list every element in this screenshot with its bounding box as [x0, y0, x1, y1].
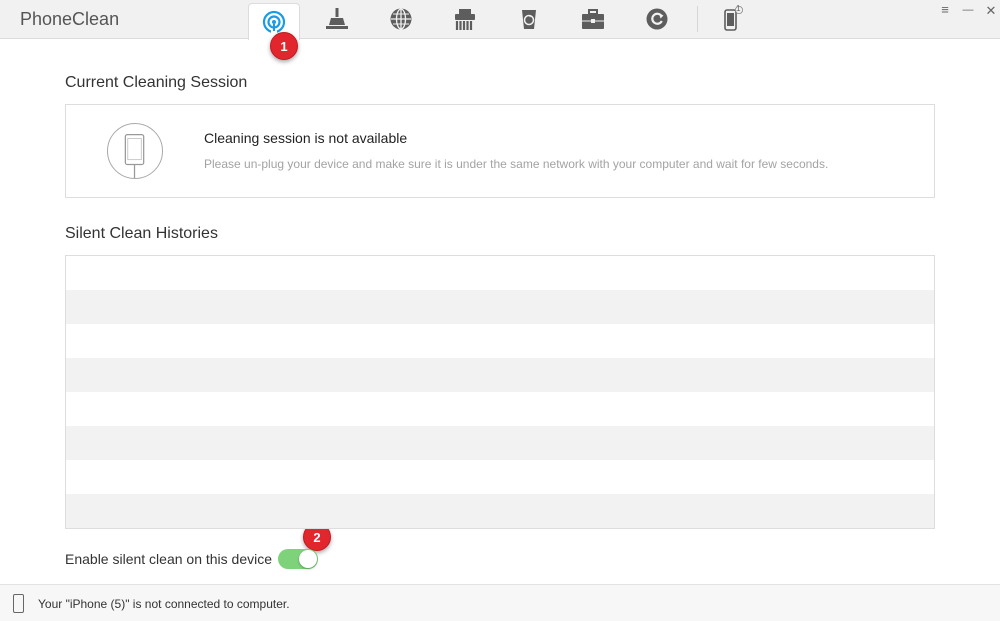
- callout-badge-1: 1: [270, 32, 298, 60]
- broom-icon: [326, 8, 348, 29]
- toggle-knob: [299, 550, 317, 568]
- refresh-icon: [646, 8, 668, 30]
- session-description: Please un-plug your device and make sure…: [204, 157, 829, 171]
- close-button[interactable]: ✕: [983, 3, 999, 19]
- device-selector[interactable]: 1: [706, 0, 756, 38]
- session-section-title: Current Cleaning Session: [65, 74, 248, 91]
- history-row: [66, 358, 934, 392]
- shredder-icon: [455, 9, 475, 30]
- silent-clean-toggle-label: Enable silent clean on this device: [65, 551, 273, 567]
- status-bar: Your "iPhone (5)" is not connected to co…: [0, 584, 1000, 621]
- tab-quick-clean[interactable]: [312, 0, 362, 38]
- history-row: [66, 392, 934, 426]
- silent-clean-toggle[interactable]: [278, 549, 318, 569]
- menu-button[interactable]: ≡: [937, 2, 953, 17]
- device-count-badge: 1: [736, 4, 741, 13]
- histories-list: [65, 255, 935, 529]
- histories-section-title: Silent Clean Histories: [65, 225, 218, 242]
- session-panel: Cleaning session is not available Please…: [65, 104, 935, 198]
- history-row: [66, 460, 934, 494]
- app-title: PhoneClean: [20, 9, 120, 29]
- history-row: [66, 256, 934, 290]
- minimize-button[interactable]: —: [960, 4, 976, 16]
- session-heading: Cleaning session is not available: [204, 130, 408, 146]
- tab-internet-clean[interactable]: [376, 0, 426, 38]
- connection-status-text: Your "iPhone (5)" is not connected to co…: [38, 597, 290, 611]
- history-row: [66, 324, 934, 358]
- globe-icon: [390, 8, 412, 30]
- phone-status-icon: [13, 594, 24, 613]
- history-row: [66, 290, 934, 324]
- history-row: [66, 494, 934, 528]
- tab-toolkit[interactable]: [568, 0, 618, 38]
- tab-system-clean[interactable]: [504, 0, 554, 38]
- disconnected-device-icon: [107, 123, 163, 179]
- toolbox-icon: [582, 9, 604, 29]
- history-row: [66, 426, 934, 460]
- title-bar: PhoneClean 1 ≡ — ✕: [0, 0, 1000, 40]
- tab-history[interactable]: [632, 0, 682, 38]
- recycle-bin-icon: [522, 10, 536, 29]
- tab-privacy-clean[interactable]: [440, 0, 490, 38]
- toolbar-divider: [697, 6, 698, 32]
